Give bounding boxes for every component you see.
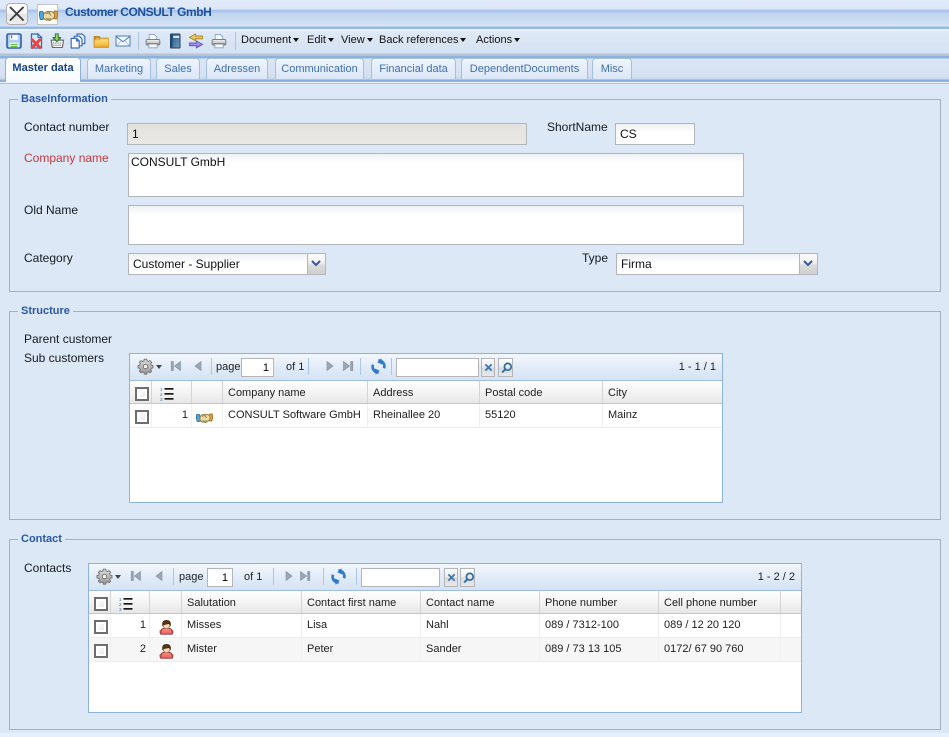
svg-text:3: 3 bbox=[160, 397, 163, 401]
svg-text:3: 3 bbox=[119, 607, 122, 611]
